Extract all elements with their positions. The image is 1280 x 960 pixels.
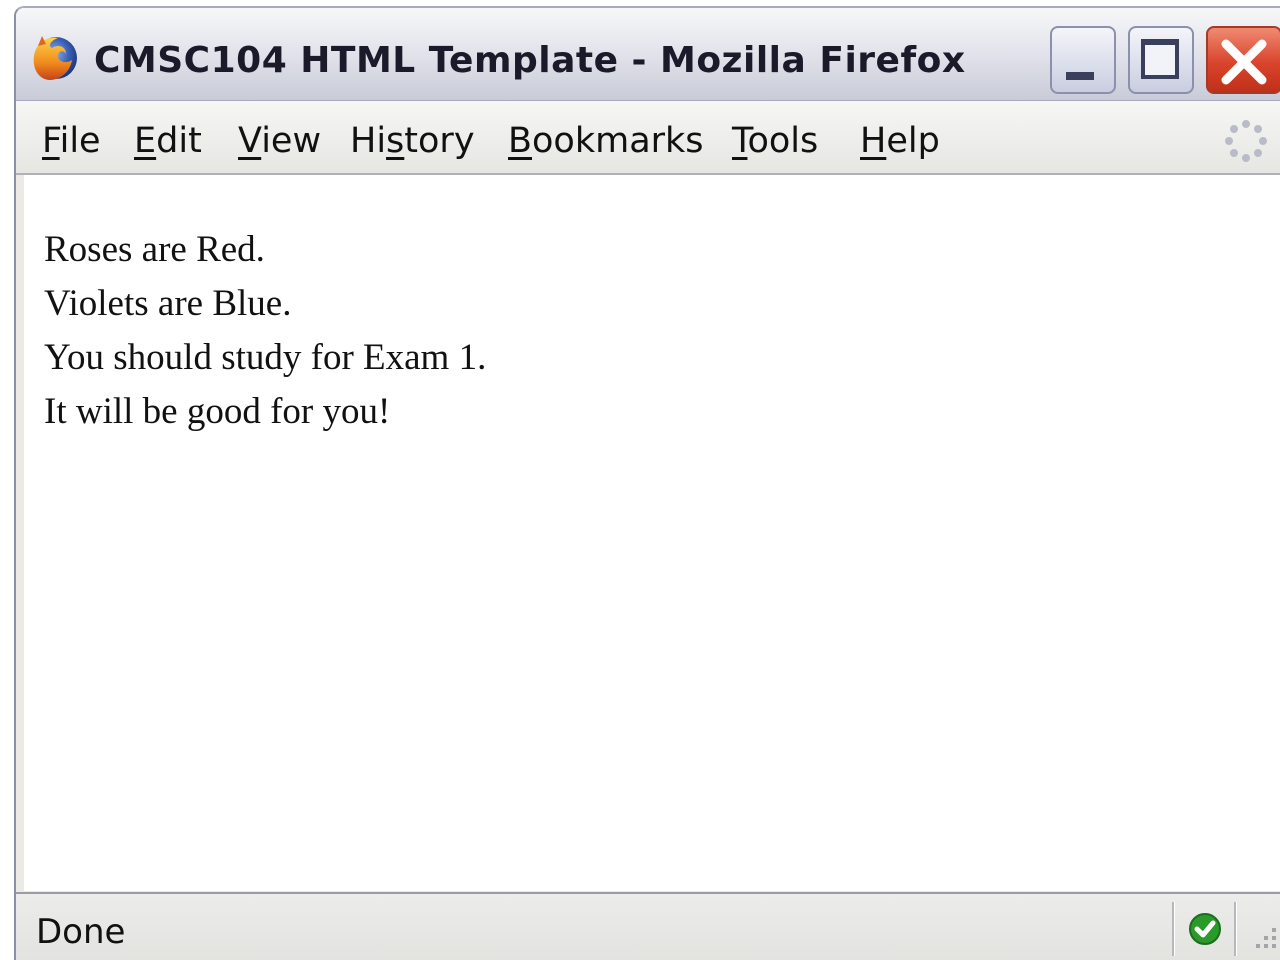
content-line: Roses are Red. — [44, 229, 265, 270]
minimize-icon — [1066, 72, 1094, 80]
maximize-button[interactable] — [1128, 26, 1194, 94]
activity-throbber-icon — [1225, 120, 1267, 162]
menu-edit[interactable]: Edit — [134, 121, 202, 161]
status-bar: Done — [16, 892, 1280, 960]
close-icon — [1221, 39, 1267, 85]
menu-bookmarks[interactable]: Bookmarks — [508, 121, 704, 161]
content-line: You should study for Exam 1. — [44, 337, 487, 378]
browser-window: CMSC104 HTML Template - Mozilla Firefox … — [14, 6, 1280, 960]
page-content[interactable]: Roses are Red. Violets are Blue. You sho… — [24, 175, 1280, 891]
menu-file[interactable]: File — [42, 121, 101, 161]
resize-grip-icon[interactable] — [1244, 922, 1280, 958]
window-title: CMSC104 HTML Template - Mozilla Firefox — [94, 40, 966, 81]
firefox-icon — [33, 36, 77, 80]
maximize-icon — [1141, 39, 1179, 79]
content-line: Violets are Blue. — [44, 283, 292, 324]
status-text: Done — [36, 912, 126, 952]
menu-history[interactable]: History — [350, 121, 475, 161]
check-icon[interactable] — [1188, 912, 1222, 946]
status-divider — [1234, 902, 1237, 956]
close-button[interactable] — [1206, 26, 1280, 94]
minimize-button[interactable] — [1050, 26, 1116, 94]
menu-view[interactable]: View — [238, 121, 321, 161]
menu-help[interactable]: Help — [860, 121, 940, 161]
menu-bar: File Edit View History Bookmarks Tools H… — [16, 101, 1280, 175]
content-line: It will be good for you! — [44, 391, 391, 432]
menu-tools[interactable]: Tools — [732, 121, 818, 161]
status-divider — [1172, 902, 1175, 956]
title-bar[interactable]: CMSC104 HTML Template - Mozilla Firefox — [16, 8, 1280, 101]
poem-text: Roses are Red. Violets are Blue. You sho… — [44, 223, 486, 439]
